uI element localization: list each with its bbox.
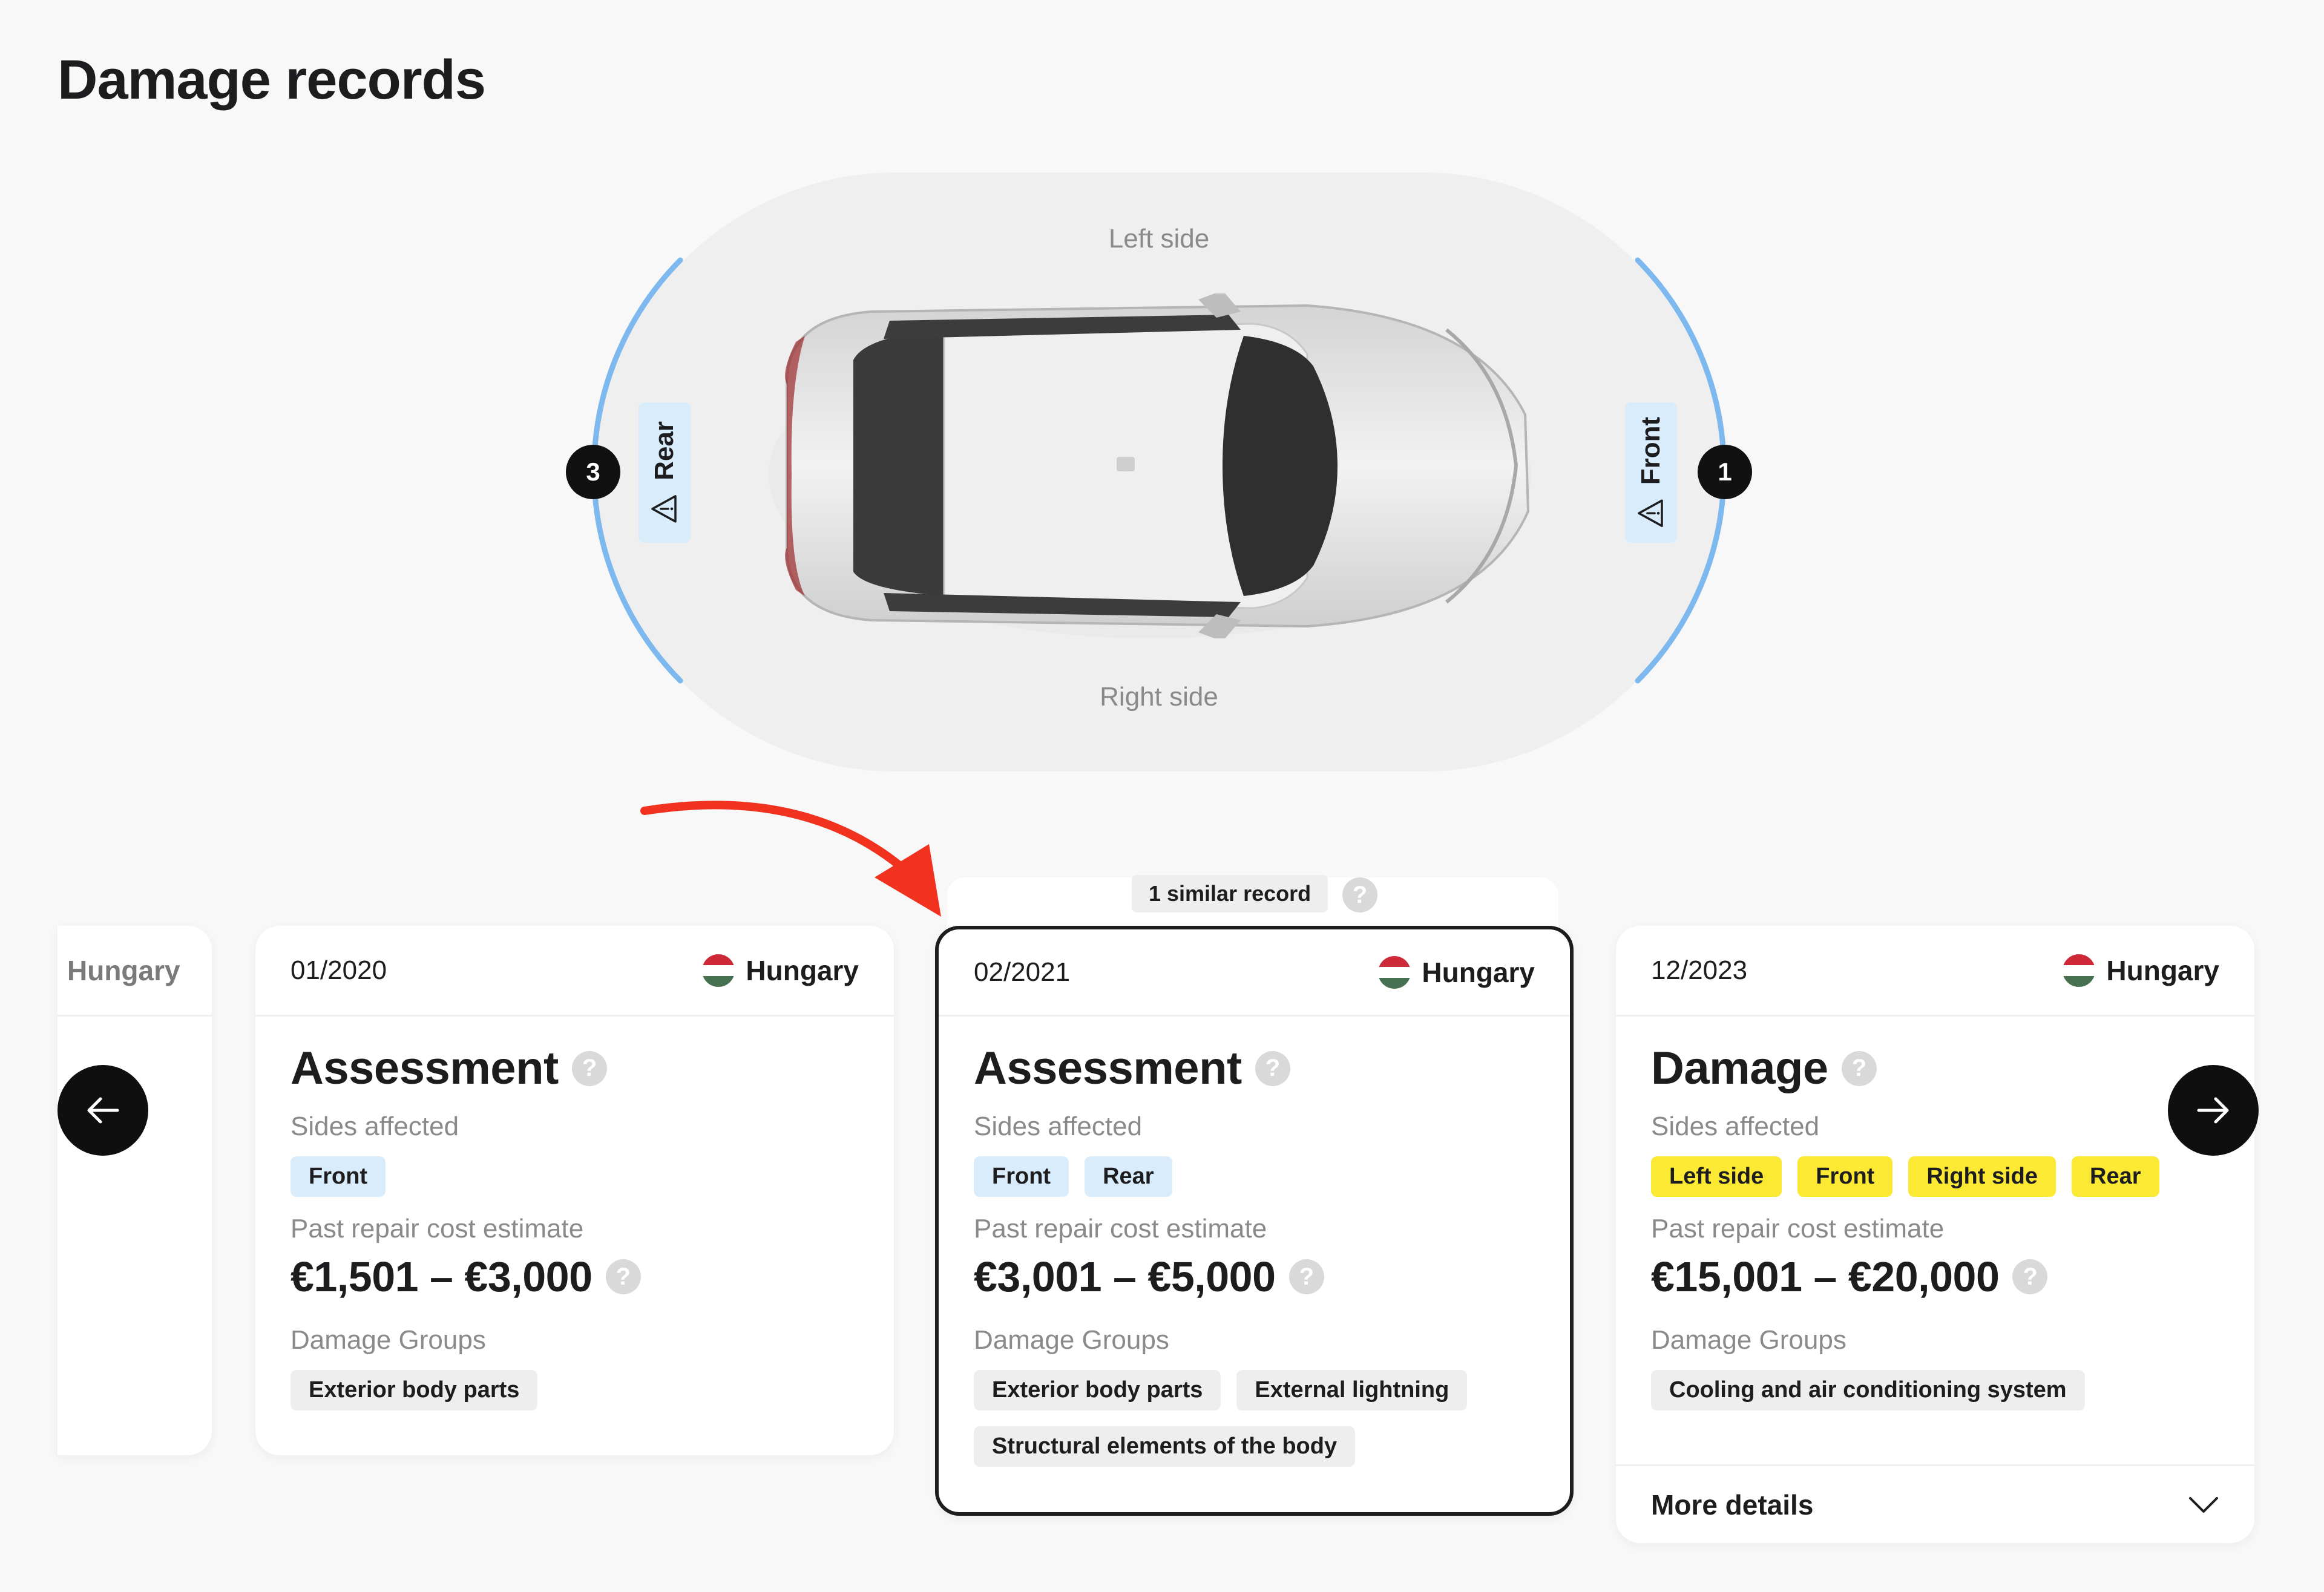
cost-value: €1,501 – €3,000: [290, 1253, 592, 1300]
damage-group-tags: Cooling and air conditioning system: [1651, 1370, 2219, 1410]
page-title: Damage records: [57, 49, 486, 111]
help-icon[interactable]: ?: [1342, 877, 1377, 912]
record-type: Damage: [1651, 1043, 1828, 1094]
damage-groups-label: Damage Groups: [290, 1325, 486, 1355]
damage-group-tag: Exterior body parts: [290, 1370, 538, 1410]
cost-label: Past repair cost estimate: [1651, 1214, 1945, 1243]
rear-label: Rear: [649, 421, 679, 480]
cost-value: €15,001 – €20,000: [1651, 1253, 2000, 1300]
damage-group-tag: Cooling and air conditioning system: [1651, 1370, 2085, 1410]
help-icon[interactable]: ?: [1288, 1259, 1324, 1294]
previous-button[interactable]: [57, 1065, 148, 1156]
record-country: Hungary: [2063, 954, 2219, 987]
help-icon[interactable]: ?: [1841, 1050, 1877, 1086]
damage-groups-label: Damage Groups: [1651, 1325, 1846, 1355]
help-icon[interactable]: ?: [2012, 1259, 2048, 1294]
record-date: 01/2020: [290, 955, 387, 985]
damage-group-tag: Exterior body parts: [974, 1370, 1221, 1410]
damage-groups-label: Damage Groups: [974, 1325, 1169, 1355]
right-side-label: Right side: [1100, 682, 1218, 712]
record-date: 02/2021: [974, 957, 1071, 987]
side-tag: Right side: [1908, 1156, 2056, 1197]
sides-affected-label: Sides affected: [290, 1112, 459, 1141]
damage-group-tag: Structural elements of the body: [974, 1426, 1356, 1467]
side-tag: Front: [290, 1156, 386, 1197]
rear-count-badge[interactable]: 3: [566, 445, 620, 499]
help-icon[interactable]: ?: [571, 1050, 607, 1086]
sides-tags: Front: [290, 1156, 859, 1197]
hungary-flag-icon: [2063, 954, 2096, 987]
record-type: Assessment: [290, 1043, 559, 1094]
more-details-toggle[interactable]: More details: [1616, 1464, 2254, 1543]
rear-side-marker[interactable]: Rear: [638, 402, 691, 543]
country-label: Hungary: [67, 954, 180, 986]
previous-record-card-partial[interactable]: Hungary: [57, 926, 212, 1455]
hungary-flag-icon: [702, 954, 735, 987]
record-date: 12/2023: [1651, 955, 1748, 985]
sides-tags: Front Rear: [974, 1156, 1535, 1197]
sides-tags: Left side Front Right side Rear: [1651, 1156, 2219, 1197]
front-count-badge[interactable]: 1: [1698, 445, 1752, 499]
damage-diagram: Left side Right side Rear 3 Front 1: [560, 172, 1758, 771]
country-label: Hungary: [746, 954, 859, 986]
cost-value: €3,001 – €5,000: [974, 1253, 1276, 1300]
similar-record-label[interactable]: 1 similar record: [1132, 875, 1328, 912]
side-tag: Rear: [1085, 1156, 1172, 1197]
warning-icon: [651, 495, 677, 523]
front-side-marker[interactable]: Front: [1625, 402, 1677, 543]
damage-group-tags: Exterior body parts: [290, 1370, 859, 1410]
side-tag: Front: [974, 1156, 1069, 1197]
country-label: Hungary: [1422, 956, 1535, 988]
left-side-label: Left side: [1108, 224, 1210, 254]
side-tag: Rear: [2072, 1156, 2159, 1197]
side-tag: Front: [1797, 1156, 1893, 1197]
help-icon[interactable]: ?: [1255, 1050, 1290, 1086]
cost-label: Past repair cost estimate: [290, 1214, 584, 1243]
damage-group-tag: External lightning: [1236, 1370, 1468, 1410]
record-country: Hungary: [702, 954, 859, 987]
damage-group-tags: Exterior body parts External lightning S…: [974, 1370, 1535, 1467]
sides-affected-label: Sides affected: [974, 1112, 1143, 1141]
damage-record-card[interactable]: 01/2020 Hungary Assessment? Sides affect…: [255, 926, 894, 1455]
arrow-right-icon: [2197, 1097, 2229, 1124]
damage-record-card[interactable]: 12/2023 Hungary Damage? Sides affected L…: [1616, 926, 2254, 1543]
sides-affected-label: Sides affected: [1651, 1112, 1820, 1141]
annotation-arrow: [640, 801, 941, 917]
more-details-label: More details: [1651, 1489, 1814, 1521]
car-top-view-image: [769, 293, 1531, 638]
chevron-down-icon: [2189, 1496, 2218, 1513]
next-button[interactable]: [2168, 1065, 2259, 1156]
record-country: Hungary: [1378, 955, 1535, 989]
warning-icon: [1638, 499, 1663, 527]
cost-label: Past repair cost estimate: [974, 1214, 1267, 1243]
country-label: Hungary: [2106, 954, 2219, 986]
side-tag: Left side: [1651, 1156, 1782, 1197]
damage-record-card-highlighted[interactable]: 02/2021 Hungary Assessment? Sides affect…: [935, 926, 1574, 1516]
hungary-flag-icon: [1378, 955, 1411, 989]
front-label: Front: [1636, 416, 1666, 485]
arrow-left-icon: [87, 1097, 119, 1124]
help-icon[interactable]: ?: [605, 1259, 641, 1294]
record-type: Assessment: [974, 1043, 1242, 1094]
